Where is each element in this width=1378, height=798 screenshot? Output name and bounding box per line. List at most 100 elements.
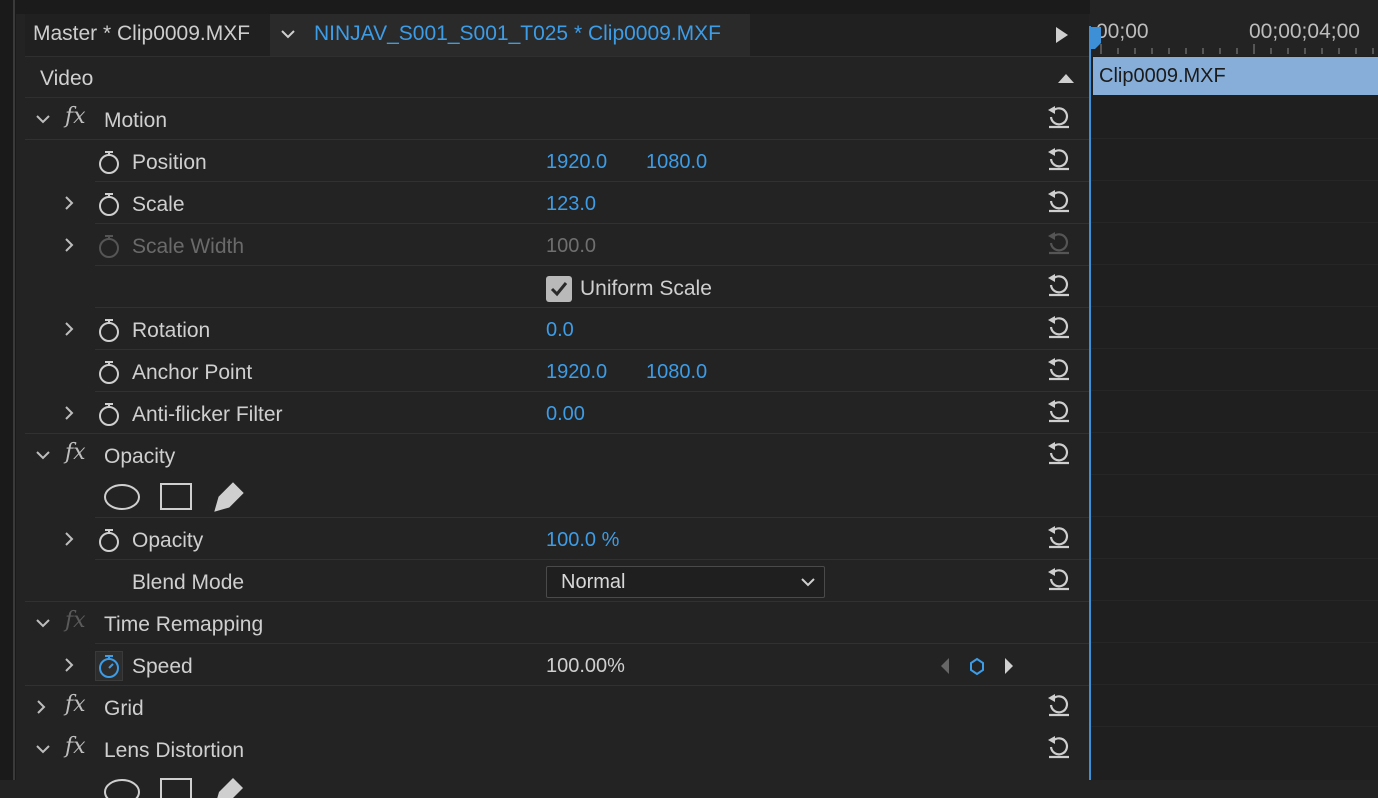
effect-name: Lens Distortion [104,739,245,762]
mini-timeline: 00;00 00;00;04;00 Clip0009.MXF [1091,0,1378,780]
fx-icon[interactable]: fx [65,692,86,717]
timeline-row-line [1091,558,1378,559]
stopwatch-icon[interactable] [97,317,121,343]
checkmark-icon [550,282,568,297]
chevron-right-icon[interactable] [61,237,77,253]
anchor-x-value[interactable]: 1920.0 [546,361,607,384]
param-row-rotation: Rotation 0.0 [25,308,1089,350]
opacity-value[interactable]: 100.0 % [546,529,619,552]
reset-icon[interactable] [1045,691,1073,719]
timeline-row-line [1091,222,1378,223]
next-keyframe-icon[interactable] [1005,658,1013,674]
keyframe-navigator [941,657,1013,676]
timeline-clip[interactable]: Clip0009.MXF [1093,57,1378,95]
blend-mode-dropdown[interactable]: Normal [546,566,825,598]
reset-icon[interactable] [1045,439,1073,467]
stopwatch-icon[interactable] [97,359,121,385]
pen-mask-icon[interactable] [215,778,243,798]
reset-icon[interactable] [1045,103,1073,131]
uniform-scale-label: Uniform Scale [580,277,712,300]
position-y-value[interactable]: 1080.0 [646,151,707,174]
effect-row-grid[interactable]: fx Grid [25,686,1089,728]
reset-icon[interactable] [1045,523,1073,551]
param-label: Speed [132,655,193,678]
mask-tools [103,479,253,515]
scale-value[interactable]: 123.0 [546,193,596,216]
previous-keyframe-icon[interactable] [941,658,949,674]
chevron-down-icon[interactable] [35,111,51,127]
chevron-right-icon[interactable] [61,531,77,547]
chevron-down-icon[interactable] [35,447,51,463]
effect-row-motion[interactable]: fx Motion [25,98,1089,140]
rotation-value[interactable]: 0.0 [546,319,574,342]
collapse-up-icon[interactable] [1057,72,1075,84]
reset-icon[interactable] [1045,355,1073,383]
anchor-y-value[interactable]: 1080.0 [646,361,707,384]
reset-icon[interactable] [1045,187,1073,215]
ellipse-mask-icon[interactable] [104,779,140,798]
playhead-icon[interactable] [1091,27,1101,51]
timeline-row-line [1091,180,1378,181]
reset-icon[interactable] [1045,313,1073,341]
rectangle-mask-icon[interactable] [160,778,192,798]
play-triangle-icon[interactable] [1055,26,1069,44]
stopwatch-icon[interactable] [97,149,121,175]
param-label: Anchor Point [132,361,253,384]
effect-name: Motion [104,109,168,132]
stopwatch-icon[interactable] [97,191,121,217]
fx-icon[interactable]: fx [65,440,86,465]
param-label: Scale Width [132,235,245,258]
chevron-right-icon[interactable] [61,657,77,673]
rectangle-mask-icon[interactable] [160,483,192,510]
chevron-right-icon[interactable] [33,699,49,715]
anti-flicker-value[interactable]: 0.00 [546,403,585,426]
param-row-uniform-scale: Uniform Scale [25,266,1089,308]
stopwatch-icon [99,235,119,258]
param-label: Opacity [132,529,204,552]
left-gutter [0,0,16,780]
fx-icon[interactable]: fx [65,104,86,129]
chevron-down-icon[interactable] [278,24,298,44]
video-section-label: Video [40,67,94,90]
timeline-row-line [1091,390,1378,391]
effect-row-opacity[interactable]: fx Opacity [25,434,1089,476]
timeline-ruler[interactable]: 00;00 00;00;04;00 [1091,0,1378,56]
timeline-row-line [1091,516,1378,517]
stopwatch-icon[interactable] [97,401,121,427]
chevron-right-icon[interactable] [61,321,77,337]
pen-mask-icon[interactable] [214,482,244,512]
timeline-row-line [1091,600,1378,601]
fx-icon: fx [65,608,86,633]
chevron-right-icon[interactable] [61,195,77,211]
timeline-clip-label: Clip0009.MXF [1099,65,1226,87]
stopwatch-icon[interactable] [95,651,123,681]
add-keyframe-icon[interactable] [970,657,984,676]
chevron-down-icon[interactable] [35,741,51,757]
param-label: Position [132,151,207,174]
reset-icon[interactable] [1045,145,1073,173]
effect-name: Time Remapping [104,613,264,636]
timecode-mark: 00;00;04;00 [1249,20,1360,43]
effect-row-time-remapping[interactable]: fx Time Remapping [25,602,1089,644]
timeline-row-line [1091,264,1378,265]
fx-icon[interactable]: fx [65,734,86,759]
reset-icon[interactable] [1045,271,1073,299]
uniform-scale-checkbox[interactable] [546,276,572,302]
speed-value[interactable]: 100.00% [546,655,625,678]
tab-master-clip[interactable]: Master * Clip0009.MXF [33,22,250,46]
timeline-row-line [1091,726,1378,727]
reset-icon [1048,232,1069,255]
stopwatch-icon[interactable] [97,527,121,553]
ellipse-mask-icon[interactable] [104,484,140,510]
reset-icon[interactable] [1045,565,1073,593]
effect-row-lens-distortion[interactable]: fx Lens Distortion [25,728,1089,770]
param-label: Anti-flicker Filter [132,403,283,426]
timeline-row-line [1091,138,1378,139]
panel-edge [13,0,15,780]
reset-icon[interactable] [1045,397,1073,425]
chevron-right-icon[interactable] [61,405,77,421]
reset-icon[interactable] [1045,733,1073,761]
position-x-value[interactable]: 1920.0 [546,151,607,174]
tab-sequence-clip[interactable]: NINJAV_S001_S001_T025 * Clip0009.MXF [314,22,721,46]
chevron-down-icon[interactable] [35,615,51,631]
